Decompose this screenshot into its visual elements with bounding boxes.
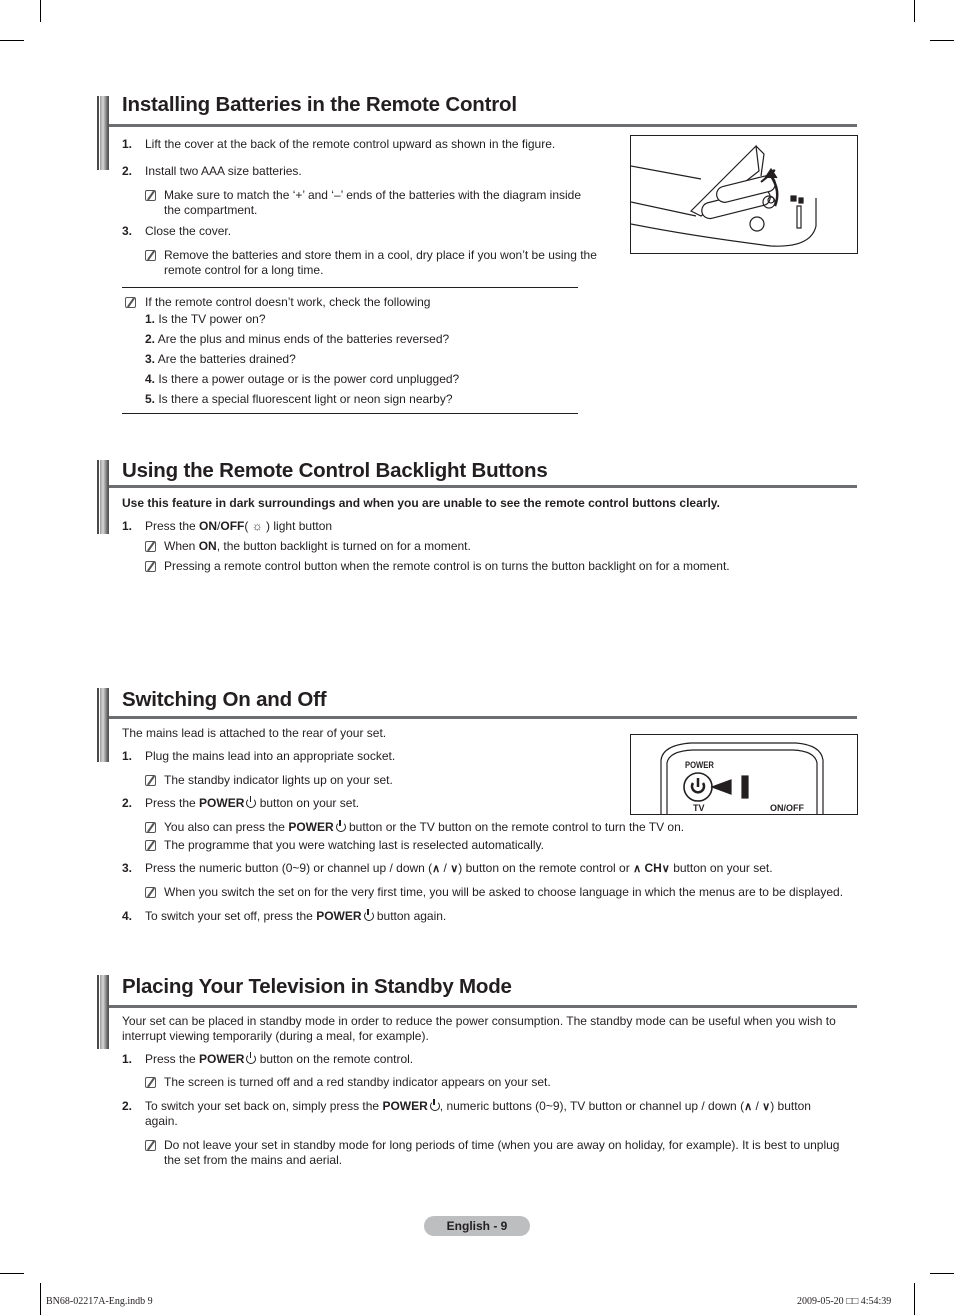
troubleshoot-intro: If the remote control doesn’t work, chec… <box>145 295 431 309</box>
note-text: Pressing a remote control button when th… <box>164 559 730 573</box>
section-rule <box>109 124 857 127</box>
note-text: The screen is turned off and a red stand… <box>164 1075 551 1089</box>
troubleshoot-item: 2. Are the plus and minus ends of the ba… <box>145 332 450 346</box>
note-text: the compartment. <box>164 203 258 217</box>
note-text: When you switch the set on for the very … <box>164 885 844 899</box>
troubleshoot-item: 1. Is the TV power on? <box>145 312 266 326</box>
power-icon <box>246 1052 257 1064</box>
power-icon <box>363 909 374 921</box>
remote-battery-illustration <box>631 144 817 247</box>
chevron-up-icon: ∧ <box>633 863 642 875</box>
note-icon <box>145 822 156 833</box>
note-icon <box>145 887 156 898</box>
section-title: Switching On and Off <box>122 688 327 711</box>
step-number: 1. <box>122 137 133 151</box>
chevron-up-icon: ∧ <box>432 863 441 875</box>
troubleshoot-item: 4. Is there a power outage or is the pow… <box>145 372 460 386</box>
section-rule <box>109 485 857 488</box>
page-number-badge: English - 9 <box>424 1216 530 1236</box>
power-icon <box>246 796 257 808</box>
note-text: The programme that you were watching las… <box>164 838 544 852</box>
power-label: POWER <box>685 760 714 770</box>
troubleshoot-item: 3. Are the batteries drained? <box>145 352 296 366</box>
note-text: Do not leave your set in standby mode fo… <box>164 1138 840 1152</box>
note-icon <box>145 561 156 572</box>
crop-mark <box>914 0 915 22</box>
crop-mark <box>40 1283 41 1315</box>
step-number: 2. <box>122 1099 133 1113</box>
power-icon <box>335 820 346 832</box>
step-number: 2. <box>122 164 133 178</box>
crop-mark <box>914 1283 915 1315</box>
section-title: Installing Batteries in the Remote Contr… <box>122 93 517 116</box>
note-icon <box>145 190 156 201</box>
crop-mark <box>40 0 41 22</box>
crop-mark <box>930 1273 954 1274</box>
note-icon <box>145 1077 156 1088</box>
step-text: Press the ON/OFF( ☼ ) light button <box>145 519 333 533</box>
section-rule <box>109 1005 857 1008</box>
note-text: Remove the batteries and store them in a… <box>164 248 597 262</box>
print-timestamp: 2009-05-20 □□ 4:54:39 <box>797 1296 892 1307</box>
troubleshoot-item: 5. Is there a special fluorescent light … <box>145 392 453 406</box>
step-text: Press the POWER button on the remote con… <box>145 1052 414 1066</box>
divider <box>122 413 578 414</box>
step-text: To switch your set back on, simply press… <box>145 1099 811 1113</box>
divider <box>122 287 578 288</box>
file-name: BN68-02217A-Eng.indb 9 <box>46 1296 153 1307</box>
section-bar-decoration <box>97 688 109 762</box>
tv-label: TV <box>693 803 705 813</box>
note-text: the set from the mains and aerial. <box>164 1153 343 1167</box>
step-text: To switch your set off, press the POWER … <box>145 909 447 923</box>
chevron-down-icon: ∨ <box>762 1101 771 1113</box>
note-text: Make sure to match the ‘+’ and ‘–’ ends … <box>164 188 582 202</box>
step-text: Press the POWER button on your set. <box>145 796 360 810</box>
note-icon <box>125 297 136 308</box>
section-rule <box>109 716 857 719</box>
chevron-down-icon: ∨ <box>661 863 670 875</box>
crop-mark <box>0 40 24 41</box>
note-icon <box>145 775 156 786</box>
onoff-label: ON/OFF <box>770 803 804 813</box>
remote-top-illustration <box>660 742 824 814</box>
step-number: 2. <box>122 796 133 810</box>
section-bar-decoration <box>97 460 109 534</box>
section-bar-decoration <box>97 96 109 170</box>
note-text: The standby indicator lights up on your … <box>164 773 393 787</box>
step-number: 4. <box>122 909 133 923</box>
step-number: 1. <box>122 749 133 763</box>
note-text: remote control for a long time. <box>164 263 324 277</box>
section-title: Placing Your Television in Standby Mode <box>122 975 512 998</box>
intro-text: The mains lead is attached to the rear o… <box>122 726 387 740</box>
step-text: Press the numeric button (0~9) or channe… <box>145 861 773 875</box>
step-text: again. <box>145 1114 178 1128</box>
crop-mark <box>0 1273 24 1274</box>
section-title: Using the Remote Control Backlight Butto… <box>122 459 548 482</box>
step-text: Lift the cover at the back of the remote… <box>145 137 556 151</box>
note-text: You also can press the POWER button or t… <box>164 820 685 834</box>
step-text: Close the cover. <box>145 224 232 238</box>
step-number: 3. <box>122 861 133 875</box>
note-icon <box>145 840 156 851</box>
step-number: 3. <box>122 224 133 238</box>
step-text: Install two AAA size batteries. <box>145 164 302 178</box>
note-icon <box>145 541 156 552</box>
note-text: When ON, the button backlight is turned … <box>164 539 471 553</box>
step-number: 1. <box>122 1052 133 1066</box>
note-icon <box>145 1140 156 1151</box>
step-number: 1. <box>122 519 133 533</box>
note-icon <box>145 250 156 261</box>
battery-figure <box>630 135 858 254</box>
intro-text: Use this feature in dark surroundings an… <box>122 496 720 510</box>
crop-mark <box>930 40 954 41</box>
step-text: Plug the mains lead into an appropriate … <box>145 749 396 763</box>
remote-power-figure: POWER TV ON/OFF <box>630 734 858 815</box>
intro-text: Your set can be placed in standby mode i… <box>122 1014 836 1028</box>
intro-text: interrupt viewing temporarily (during a … <box>122 1029 429 1043</box>
light-icon: ☼ <box>251 519 263 533</box>
chevron-up-icon: ∧ <box>744 1101 753 1113</box>
power-icon <box>429 1099 440 1111</box>
section-bar-decoration <box>97 975 109 1049</box>
